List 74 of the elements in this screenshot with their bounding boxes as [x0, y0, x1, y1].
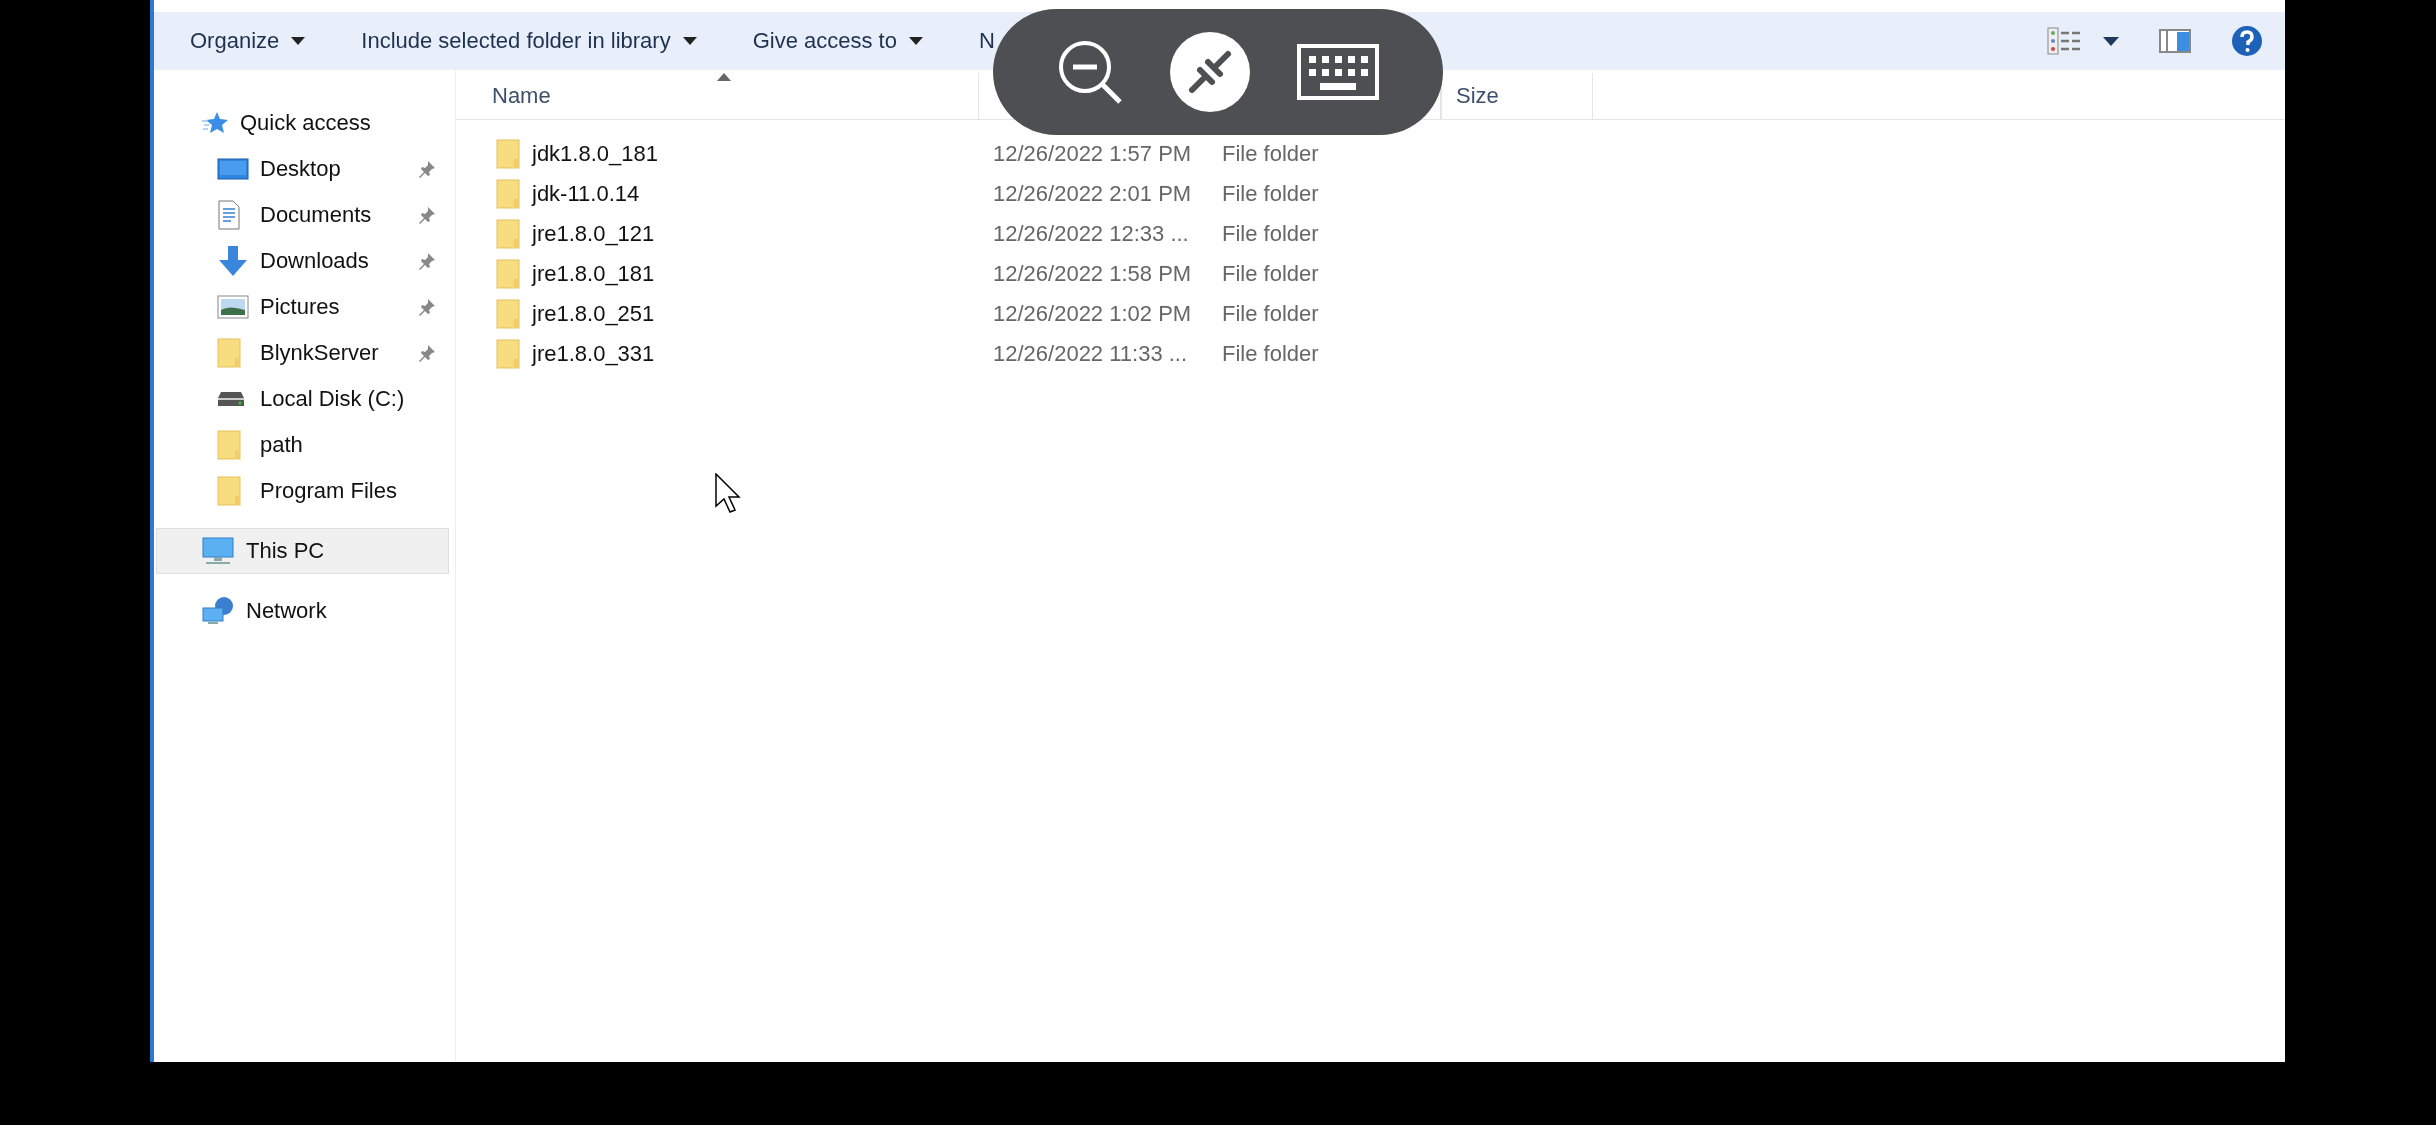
nav-item[interactable]: Documents — [156, 192, 449, 238]
pin-icon — [418, 206, 436, 224]
folder-icon — [496, 339, 520, 369]
folder-icon — [496, 139, 520, 169]
sort-arrow-icon — [717, 73, 731, 81]
picture-icon — [217, 295, 249, 319]
file-name: jre1.8.0_251 — [532, 301, 655, 327]
nav-item[interactable]: Pictures — [156, 284, 449, 330]
file-row[interactable]: jre1.8.0_331 12/26/2022 11:33 ... File folder — [456, 334, 1356, 374]
toolbar-button[interactable]: Organize — [190, 28, 306, 54]
nav-item[interactable]: path — [156, 422, 449, 468]
file-row[interactable]: jre1.8.0_181 12/26/2022 1:58 PM File folder — [456, 254, 1356, 294]
download-icon — [217, 245, 249, 277]
column-header[interactable]: Name — [456, 73, 979, 119]
date-modified: 12/26/2022 2:01 PM — [993, 181, 1192, 207]
preview-pane-icon[interactable] — [2159, 29, 2191, 53]
nav-item[interactable]: Local Disk (C:) — [156, 376, 449, 422]
help-icon[interactable] — [2231, 25, 2263, 57]
toolbar-button[interactable]: N — [978, 28, 995, 54]
nav-item[interactable]: Network — [156, 588, 449, 634]
folder-icon — [496, 219, 520, 249]
date-modified: 12/26/2022 1:57 PM — [993, 141, 1192, 167]
disconnect-icon[interactable] — [1170, 32, 1250, 112]
date-modified: 12/26/2022 11:33 ... — [993, 341, 1188, 367]
drive-icon — [217, 391, 245, 407]
file-name: jdk-11.0.14 — [532, 181, 640, 207]
star-icon — [202, 111, 228, 135]
nav-item[interactable]: Desktop — [156, 146, 449, 192]
toolbar-button[interactable]: Include selected folder in library — [361, 28, 697, 54]
file-type: File folder — [1222, 341, 1319, 367]
file-type: File folder — [1222, 261, 1319, 287]
file-type: File folder — [1222, 141, 1319, 167]
computer-icon — [202, 537, 234, 565]
file-type: File folder — [1222, 181, 1319, 207]
file-type: File folder — [1222, 221, 1319, 247]
desktop-icon — [217, 158, 249, 180]
pin-icon — [418, 298, 436, 316]
pin-icon — [418, 252, 436, 270]
folder-icon — [217, 430, 241, 460]
file-row[interactable]: jre1.8.0_251 12/26/2022 1:02 PM File folder — [456, 294, 1356, 334]
nav-item[interactable]: This PC — [156, 528, 449, 574]
nav-item[interactable]: BlynkServer — [156, 330, 449, 376]
nav-item[interactable]: Program Files — [156, 468, 449, 514]
file-row[interactable]: jdk-11.0.14 12/26/2022 2:01 PM File folder — [456, 174, 1356, 214]
file-name: jre1.8.0_181 — [532, 261, 655, 287]
folder-icon — [496, 179, 520, 209]
mouse-cursor-icon — [715, 473, 741, 513]
date-modified: 12/26/2022 1:02 PM — [993, 301, 1192, 327]
file-row[interactable]: jre1.8.0_121 12/26/2022 12:33 ... File folder — [456, 214, 1356, 254]
date-modified: 12/26/2022 12:33 ... — [993, 221, 1189, 247]
folder-icon — [217, 338, 241, 368]
file-name: jdk1.8.0_181 — [532, 141, 658, 167]
folder-icon — [496, 259, 520, 289]
file-name: jre1.8.0_121 — [532, 221, 655, 247]
nav-item[interactable]: Downloads — [156, 238, 449, 284]
folder-icon — [496, 299, 520, 329]
file-name: jre1.8.0_331 — [532, 341, 655, 367]
nav-item[interactable]: Quick access — [156, 100, 449, 146]
file-type: File folder — [1222, 301, 1319, 327]
caret-icon — [908, 37, 923, 45]
file-row[interactable]: jdk1.8.0_181 12/26/2022 1:57 PM File folder — [456, 134, 1356, 174]
caret-icon[interactable] — [2103, 36, 2119, 46]
date-modified: 12/26/2022 1:58 PM — [993, 261, 1192, 287]
view-options-icon[interactable] — [2047, 27, 2081, 55]
toolbar-button[interactable]: Give access to — [752, 28, 923, 54]
caret-icon — [291, 37, 306, 45]
keyboard-icon[interactable] — [1297, 44, 1380, 100]
zoom-out-icon[interactable] — [1056, 39, 1123, 105]
network-icon — [202, 596, 234, 626]
folder-icon — [217, 476, 241, 506]
pin-icon — [418, 160, 436, 178]
caret-icon — [682, 37, 697, 45]
document-icon — [217, 200, 241, 230]
pin-icon — [418, 344, 436, 362]
